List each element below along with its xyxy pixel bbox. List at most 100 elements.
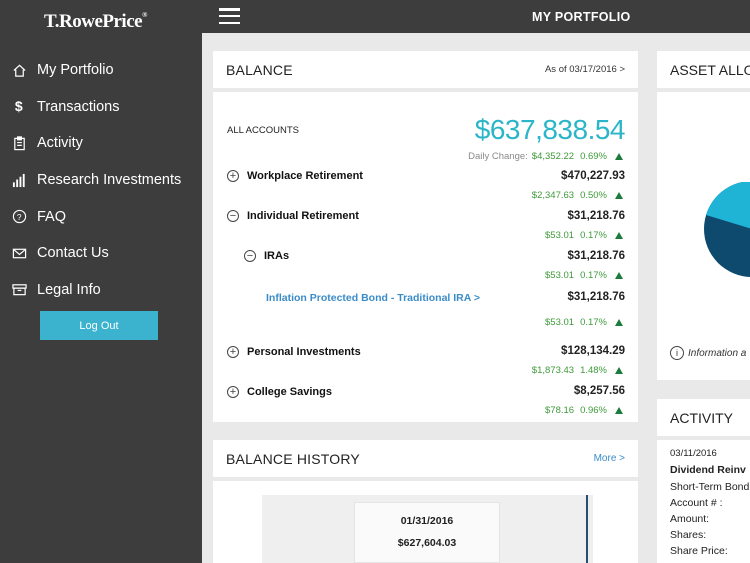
- allocation-pie-chart[interactable]: [682, 182, 750, 322]
- daily-change-value: $4,352.22: [531, 151, 575, 162]
- mail-icon: [11, 245, 27, 261]
- tooltip-value: $627,604.03: [397, 537, 457, 549]
- activity-field: Amount:: [670, 513, 710, 525]
- info-note[interactable]: i Information a: [670, 346, 746, 360]
- sidebar-item-label: Legal Info: [37, 281, 101, 298]
- account-change: $1,873.43 1.48%: [526, 365, 623, 376]
- sidebar-item-label: Transactions: [37, 98, 120, 115]
- account-row-individual-retirement[interactable]: − Individual Retirement $31,218.76 $53.01…: [213, 210, 638, 250]
- total-balance: $637,838.54: [474, 114, 626, 145]
- tooltip-date: 01/31/2016: [400, 515, 454, 527]
- fund-link[interactable]: Inflation Protected Bond - Traditional I…: [266, 292, 480, 304]
- account-row-workplace-retirement[interactable]: + Workplace Retirement $470,227.93 $2,347…: [213, 170, 638, 210]
- bar-chart-icon: [11, 172, 27, 188]
- sidebar-item-faq[interactable]: ? FAQ: [0, 198, 202, 235]
- account-change: $53.01 0.17%: [539, 230, 623, 241]
- sidebar-item-legal-info[interactable]: Legal Info: [0, 272, 202, 309]
- account-label: Personal Investments: [247, 346, 361, 358]
- expand-plus-icon[interactable]: +: [227, 386, 239, 398]
- expand-plus-icon[interactable]: +: [227, 170, 239, 182]
- collapse-minus-icon[interactable]: −: [244, 250, 256, 262]
- activity-field: Share Price:: [670, 545, 728, 557]
- sidebar-item-label: My Portfolio: [37, 62, 114, 79]
- activity-field: Shares:: [670, 529, 707, 541]
- account-row-college-savings[interactable]: + College Savings $8,257.56 $78.16 0.96%: [213, 385, 638, 425]
- activity-title: ACTIVITY: [670, 410, 734, 426]
- history-chart-area[interactable]: 01/31/2016 $627,604.03: [262, 495, 593, 563]
- clipboard-icon: [11, 135, 27, 151]
- balance-history-chart: 01/31/2016 $627,604.03: [213, 481, 638, 563]
- log-out-button[interactable]: Log Out: [40, 311, 158, 340]
- expand-plus-icon[interactable]: +: [227, 346, 239, 358]
- up-arrow-icon: [615, 319, 623, 326]
- account-amount: $31,218.76: [567, 210, 625, 222]
- activity-name[interactable]: Dividend Reinv: [670, 464, 746, 476]
- account-amount: $128,134.29: [561, 345, 625, 357]
- sidebar-item-label: Contact Us: [37, 245, 109, 262]
- asset-allocation-card: i Information a: [657, 92, 750, 380]
- account-label: IRAs: [264, 250, 290, 262]
- sidebar-item-activity[interactable]: Activity: [0, 125, 202, 162]
- balance-history-header: BALANCE HISTORY More >: [213, 440, 638, 477]
- archive-icon: [11, 282, 27, 298]
- fund-row-inflation-protected-bond[interactable]: Inflation Protected Bond - Traditional I…: [213, 291, 638, 335]
- brand-logo: T.RowePrice®: [44, 11, 147, 32]
- account-change: $53.01 0.17%: [539, 270, 623, 281]
- account-amount: $8,257.56: [573, 385, 625, 397]
- svg-text:$: $: [14, 99, 22, 114]
- balance-title: BALANCE: [226, 61, 293, 78]
- asset-allocation-title: ASSET ALLO: [670, 62, 750, 78]
- up-arrow-icon: [615, 232, 623, 239]
- hamburger-menu-icon[interactable]: [219, 8, 240, 24]
- sidebar-item-label: FAQ: [37, 208, 67, 225]
- account-change: $2,347.63 0.50%: [526, 190, 623, 201]
- activity-field: Account # :: [670, 497, 723, 509]
- up-arrow-icon: [615, 272, 623, 279]
- activity-date: 03/11/2016: [670, 448, 717, 459]
- question-icon: ?: [11, 209, 27, 225]
- account-change: $78.16 0.96%: [539, 405, 623, 416]
- asset-allocation-header: ASSET ALLO: [657, 51, 750, 88]
- up-arrow-icon: [615, 192, 623, 199]
- info-icon: i: [670, 346, 684, 360]
- balance-card-header: BALANCE As of 03/17/2016 >: [213, 51, 638, 88]
- sidebar-item-transactions[interactable]: $ Transactions: [0, 89, 202, 126]
- account-row-iras[interactable]: − IRAs $31,218.76 $53.01 0.17%: [213, 250, 638, 290]
- collapse-minus-icon[interactable]: −: [227, 210, 239, 222]
- up-arrow-icon: [615, 153, 623, 160]
- daily-change-label: Daily Change:: [468, 151, 528, 162]
- activity-card: 03/11/2016 Dividend Reinv Short-Term Bon…: [657, 440, 750, 563]
- sidebar-item-label: Activity: [37, 135, 83, 152]
- as-of-date-link[interactable]: As of 03/17/2016 >: [545, 64, 625, 75]
- daily-change: Daily Change: $4,352.22 0.69%: [468, 151, 623, 162]
- sidebar-item-my-portfolio[interactable]: My Portfolio: [0, 52, 202, 89]
- activity-fund: Short-Term Bond: [670, 481, 750, 493]
- sidebar-item-research-investments[interactable]: Research Investments: [0, 162, 202, 199]
- all-accounts-label: ALL ACCOUNTS: [227, 125, 299, 136]
- balance-history-title: BALANCE HISTORY: [226, 450, 360, 467]
- more-link[interactable]: More >: [594, 453, 625, 464]
- page-title: MY PORTFOLIO: [532, 10, 631, 24]
- sidebar-nav: My Portfolio $ Transactions Activity Res…: [0, 52, 202, 308]
- up-arrow-icon: [615, 367, 623, 374]
- history-cursor-line: [586, 495, 588, 563]
- account-label: Workplace Retirement: [247, 170, 363, 182]
- account-amount: $31,218.76: [567, 250, 625, 262]
- sidebar-item-label: Research Investments: [37, 172, 182, 189]
- up-arrow-icon: [615, 407, 623, 414]
- daily-change-pct: 0.69%: [580, 151, 607, 162]
- sidebar: T.RowePrice® My Portfolio $ Transactions…: [0, 0, 202, 563]
- account-amount: $31,218.76: [567, 291, 625, 303]
- activity-header: ACTIVITY: [657, 399, 750, 436]
- history-tooltip: 01/31/2016 $627,604.03: [354, 502, 500, 563]
- account-row-personal-investments[interactable]: + Personal Investments $128,134.29 $1,873…: [213, 345, 638, 385]
- home-icon: [11, 62, 27, 78]
- account-change: $53.01 0.17%: [539, 317, 623, 328]
- account-amount: $470,227.93: [561, 170, 625, 182]
- account-label: College Savings: [247, 386, 332, 398]
- account-label: Individual Retirement: [247, 210, 359, 222]
- sidebar-item-contact-us[interactable]: Contact Us: [0, 235, 202, 272]
- top-bar: MY PORTFOLIO: [202, 0, 750, 33]
- dollar-icon: $: [11, 99, 27, 115]
- balance-card: ALL ACCOUNTS $637,838.54 Daily Change: $…: [213, 92, 638, 422]
